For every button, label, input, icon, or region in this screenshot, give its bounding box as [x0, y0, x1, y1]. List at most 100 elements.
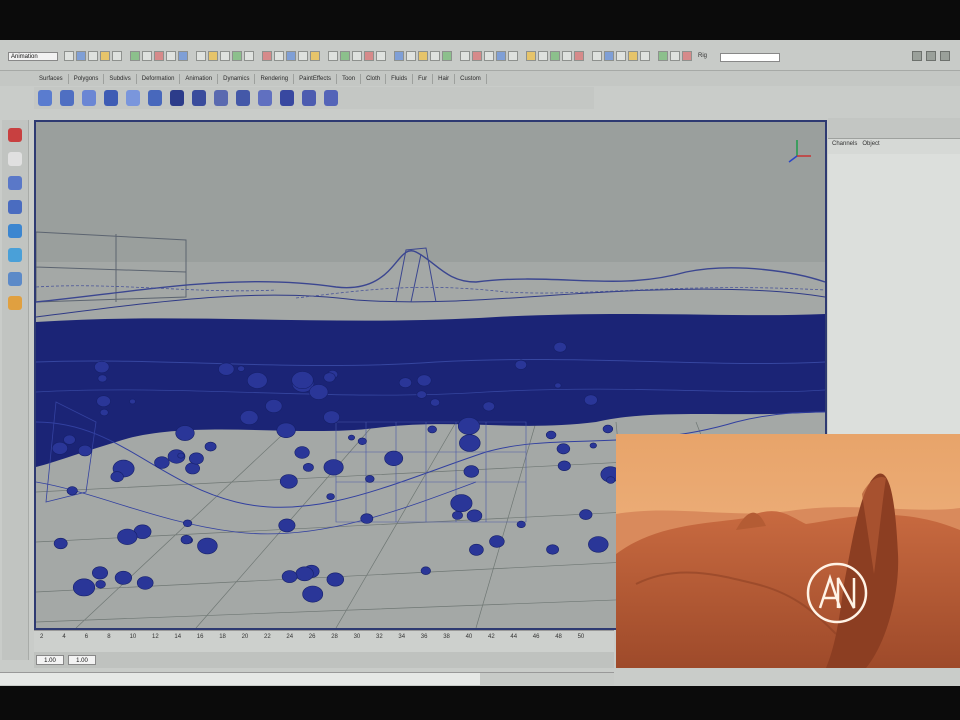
status-line-button[interactable]: [682, 51, 692, 61]
shelf-tab-fur[interactable]: Fur: [413, 73, 434, 84]
status-line-button[interactable]: [364, 51, 374, 61]
paint-select-icon[interactable]: [8, 176, 22, 190]
time-slider[interactable]: 2 4 6 8 10 12 14 16 18 20 22 24 26 28 30 32 34 36 38 40 42 44…: [34, 630, 614, 653]
nurbs-cylinder-icon[interactable]: [82, 90, 96, 106]
revolve-icon[interactable]: [302, 90, 316, 106]
channel-box-icon[interactable]: [940, 51, 950, 61]
nurbs-torus-icon[interactable]: [148, 90, 162, 106]
status-line-button[interactable]: [178, 51, 188, 61]
status-line-button[interactable]: [442, 51, 452, 61]
status-line-button[interactable]: [88, 51, 98, 61]
status-line-button[interactable]: [538, 51, 548, 61]
status-line-button[interactable]: [76, 51, 86, 61]
status-line-button[interactable]: [328, 51, 338, 61]
range-slider[interactable]: 1.00 1.00: [34, 652, 614, 668]
status-line-button[interactable]: [526, 51, 536, 61]
status-line-button[interactable]: [262, 51, 272, 61]
scale-icon[interactable]: [8, 248, 22, 262]
status-line-button[interactable]: [658, 51, 668, 61]
shelf-tab-polygons[interactable]: Polygons: [69, 73, 105, 84]
timeline-tick: 20: [241, 634, 249, 640]
status-line-button[interactable]: [286, 51, 296, 61]
quick-select-field[interactable]: [720, 53, 780, 62]
cv-curve-icon[interactable]: [214, 90, 228, 106]
shelf-tab-deformation[interactable]: Deformation: [137, 73, 181, 84]
rock-mesh: [584, 394, 598, 406]
square-icon[interactable]: [192, 90, 206, 106]
nurbs-plane-icon[interactable]: [126, 90, 140, 106]
shelf-tab-subdivs[interactable]: Subdivs: [104, 73, 137, 84]
status-line-button[interactable]: [154, 51, 164, 61]
status-line-button[interactable]: [406, 51, 416, 61]
status-line-button[interactable]: [472, 51, 482, 61]
command-line[interactable]: [0, 672, 480, 685]
status-line-button[interactable]: [130, 51, 140, 61]
status-line-button[interactable]: [496, 51, 506, 61]
manipulator-icon[interactable]: [8, 272, 22, 286]
status-line-button[interactable]: [484, 51, 494, 61]
channel-box-tabs: Channels Object: [832, 141, 956, 151]
status-line-button[interactable]: [592, 51, 602, 61]
arc-icon[interactable]: [280, 90, 294, 106]
status-line-button[interactable]: [616, 51, 626, 61]
shelf-tab-cloth[interactable]: Cloth: [361, 73, 387, 84]
status-line-button[interactable]: [460, 51, 470, 61]
rotate-icon[interactable]: [8, 224, 22, 238]
circle-icon[interactable]: [170, 90, 184, 106]
range-end-field[interactable]: 1.00: [68, 655, 96, 665]
status-line-button[interactable]: [562, 51, 572, 61]
shelf-tab-rendering[interactable]: Rendering: [255, 73, 295, 84]
status-line-button[interactable]: [298, 51, 308, 61]
tab-object[interactable]: Object: [862, 141, 879, 147]
status-line-button[interactable]: [196, 51, 206, 61]
tab-channels[interactable]: Channels: [832, 141, 857, 147]
shelf-tab-dynamics[interactable]: Dynamics: [218, 73, 256, 84]
status-line-button[interactable]: [376, 51, 386, 61]
last-tool-icon[interactable]: [8, 296, 22, 310]
status-line-button[interactable]: [352, 51, 362, 61]
status-line-button[interactable]: [574, 51, 584, 61]
status-line-button[interactable]: [670, 51, 680, 61]
attribute-editor-icon[interactable]: [912, 51, 922, 61]
shelf-tab-animation[interactable]: Animation: [180, 73, 219, 84]
loft-icon[interactable]: [324, 90, 338, 106]
lasso-icon[interactable]: [8, 152, 22, 166]
pencil-curve-icon[interactable]: [258, 90, 272, 106]
status-line-button[interactable]: [208, 51, 218, 61]
status-line-button[interactable]: [220, 51, 230, 61]
status-line-button[interactable]: [244, 51, 254, 61]
status-line-button[interactable]: [232, 51, 242, 61]
shelf-tab-hair[interactable]: Hair: [433, 73, 456, 84]
status-line-button[interactable]: [112, 51, 122, 61]
nurbs-cone-icon[interactable]: [104, 90, 118, 106]
range-start-field[interactable]: 1.00: [36, 655, 64, 665]
status-line-button[interactable]: [394, 51, 404, 61]
status-line-button[interactable]: [640, 51, 650, 61]
rock-mesh: [398, 377, 412, 389]
shelf-tab-surfaces[interactable]: Surfaces: [34, 73, 69, 84]
status-line-button[interactable]: [166, 51, 176, 61]
status-line-button[interactable]: [604, 51, 614, 61]
tool-settings-icon[interactable]: [926, 51, 936, 61]
status-line-button[interactable]: [508, 51, 518, 61]
select-arrow-icon[interactable]: [8, 128, 22, 142]
menu-set-dropdown[interactable]: Animation: [8, 52, 58, 61]
ep-curve-icon[interactable]: [236, 90, 250, 106]
status-line-button[interactable]: [430, 51, 440, 61]
status-line-button[interactable]: [64, 51, 74, 61]
shelf-tab-fluids[interactable]: Fluids: [386, 73, 414, 84]
nurbs-cube-icon[interactable]: [60, 90, 74, 106]
move-icon[interactable]: [8, 200, 22, 214]
shelf-tab-painteffects[interactable]: PaintEffects: [294, 73, 338, 84]
status-line-button[interactable]: [274, 51, 284, 61]
status-line-button[interactable]: [310, 51, 320, 61]
nurbs-sphere-icon[interactable]: [38, 90, 52, 106]
status-line-button[interactable]: [418, 51, 428, 61]
status-line-button[interactable]: [628, 51, 638, 61]
status-line-button[interactable]: [340, 51, 350, 61]
shelf-tab-custom[interactable]: Custom: [455, 73, 487, 84]
shelf-tab-toon[interactable]: Toon: [337, 73, 362, 84]
status-line-button[interactable]: [100, 51, 110, 61]
status-line-button[interactable]: [142, 51, 152, 61]
status-line-button[interactable]: [550, 51, 560, 61]
